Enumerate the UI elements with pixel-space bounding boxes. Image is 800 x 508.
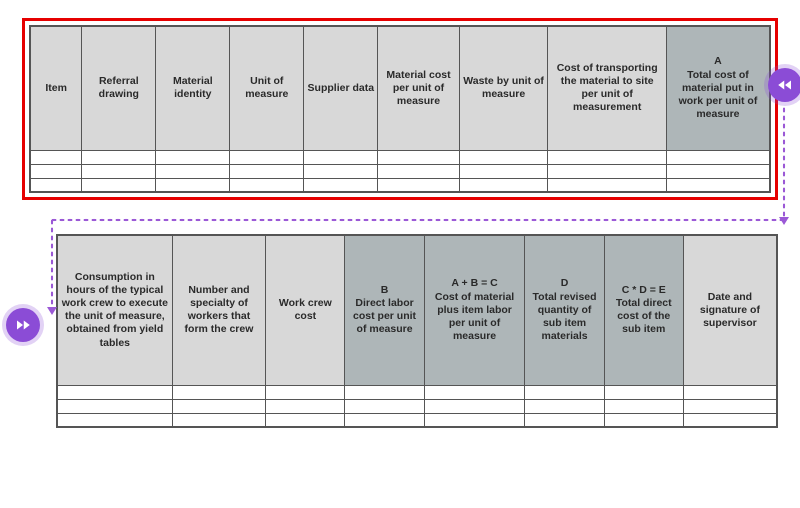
column-header: Material identity bbox=[156, 26, 230, 150]
table-cell bbox=[82, 164, 156, 178]
column-header: Material cost per unit of measure bbox=[378, 26, 459, 150]
column-header: Date and signature of supervisor bbox=[683, 235, 777, 385]
table-cell bbox=[459, 178, 548, 192]
table-header-row: Consumption in hours of the typical work… bbox=[57, 235, 777, 385]
table-cell bbox=[345, 385, 424, 399]
table-cell bbox=[172, 399, 266, 413]
materials-table-highlight: ItemReferral drawingMaterial identityUni… bbox=[22, 18, 778, 200]
table-cell bbox=[683, 399, 777, 413]
table-cell bbox=[604, 385, 683, 399]
table-cell bbox=[424, 399, 525, 413]
table-cell bbox=[424, 385, 525, 399]
table-cell bbox=[82, 178, 156, 192]
labor-table-wrap: Consumption in hours of the typical work… bbox=[22, 234, 778, 428]
column-header: Work crew cost bbox=[266, 235, 345, 385]
column-header: Item bbox=[30, 26, 82, 150]
table-row bbox=[30, 164, 770, 178]
table-cell bbox=[57, 385, 172, 399]
table-cell bbox=[156, 178, 230, 192]
labor-cost-table: Consumption in hours of the typical work… bbox=[56, 234, 778, 428]
table-cell bbox=[378, 150, 459, 164]
table-cell bbox=[30, 178, 82, 192]
table-cell bbox=[548, 178, 666, 192]
table-cell bbox=[683, 413, 777, 427]
table-cell bbox=[304, 178, 378, 192]
table-cell bbox=[172, 413, 266, 427]
column-header: B Direct labor cost per unit of measure bbox=[345, 235, 424, 385]
table-cell bbox=[266, 385, 345, 399]
table-cell bbox=[82, 150, 156, 164]
connector-right-vertical bbox=[782, 106, 786, 218]
table-cell bbox=[156, 164, 230, 178]
column-header: A Total cost of material put in work per… bbox=[666, 26, 770, 150]
column-header: Consumption in hours of the typical work… bbox=[57, 235, 172, 385]
table-cell bbox=[459, 164, 548, 178]
table-cell bbox=[230, 164, 304, 178]
table-cell bbox=[345, 413, 424, 427]
connector-left-vertical bbox=[50, 218, 54, 308]
table-cell bbox=[30, 150, 82, 164]
table-cell bbox=[304, 164, 378, 178]
column-header: Cost of transporting the material to sit… bbox=[548, 26, 666, 150]
table-cell bbox=[266, 413, 345, 427]
column-header: Unit of measure bbox=[230, 26, 304, 150]
table-cell bbox=[30, 164, 82, 178]
table-row bbox=[57, 399, 777, 413]
column-header: Number and specialty of workers that for… bbox=[172, 235, 266, 385]
table-cell bbox=[459, 150, 548, 164]
table-cell bbox=[230, 150, 304, 164]
column-header: A + B = C Cost of material plus item lab… bbox=[424, 235, 525, 385]
table-row bbox=[57, 413, 777, 427]
connector-horizontal bbox=[50, 218, 786, 222]
column-header: Waste by unit of measure bbox=[459, 26, 548, 150]
column-header: C * D = E Total direct cost of the sub i… bbox=[604, 235, 683, 385]
table-cell bbox=[666, 178, 770, 192]
table-cell bbox=[525, 413, 604, 427]
column-header: Referral drawing bbox=[82, 26, 156, 150]
table-cell bbox=[172, 385, 266, 399]
table-row bbox=[30, 150, 770, 164]
table-cell bbox=[548, 164, 666, 178]
table-row bbox=[30, 178, 770, 192]
table-cell bbox=[266, 399, 345, 413]
table-cell bbox=[378, 178, 459, 192]
column-header: D Total revised quantity of sub item mat… bbox=[525, 235, 604, 385]
table-cell bbox=[666, 164, 770, 178]
table-cell bbox=[548, 150, 666, 164]
table-cell bbox=[57, 413, 172, 427]
table-cell bbox=[304, 150, 378, 164]
materials-cost-table: ItemReferral drawingMaterial identityUni… bbox=[29, 25, 771, 193]
table-cell bbox=[683, 385, 777, 399]
table-cell bbox=[424, 413, 525, 427]
table-cell bbox=[345, 399, 424, 413]
table-cell bbox=[604, 413, 683, 427]
table-cell bbox=[666, 150, 770, 164]
table-cell bbox=[525, 385, 604, 399]
table-cell bbox=[604, 399, 683, 413]
table-row bbox=[57, 385, 777, 399]
forward-icon bbox=[6, 308, 40, 342]
column-header: Supplier data bbox=[304, 26, 378, 150]
table-cell bbox=[230, 178, 304, 192]
table-cell bbox=[378, 164, 459, 178]
table-cell bbox=[156, 150, 230, 164]
table-cell bbox=[57, 399, 172, 413]
table-header-row: ItemReferral drawingMaterial identityUni… bbox=[30, 26, 770, 150]
rewind-icon bbox=[768, 68, 800, 102]
table-cell bbox=[525, 399, 604, 413]
